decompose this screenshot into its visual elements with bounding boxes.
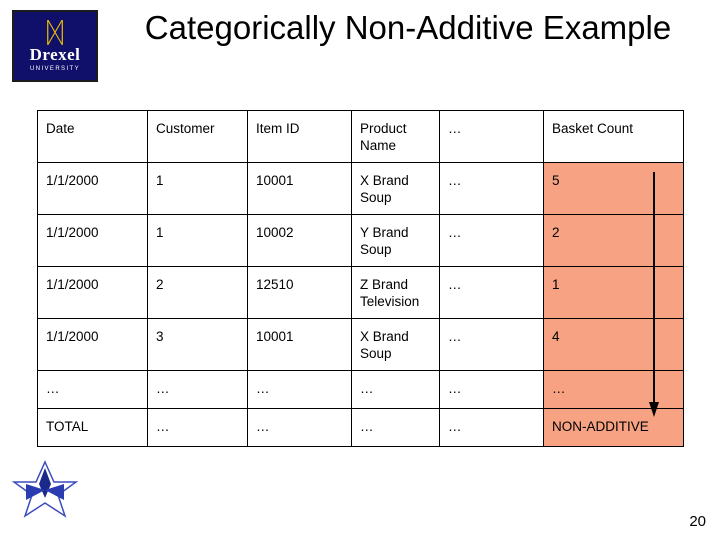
- cell-product-name: X Brand Soup: [351, 318, 440, 371]
- dragon-icon: ᛞ: [46, 16, 64, 49]
- cell-customer: …: [147, 408, 248, 447]
- cell-product-name: …: [351, 408, 440, 447]
- cell-item-id: 10001: [247, 162, 352, 215]
- cell-basket-count: 4: [543, 318, 684, 371]
- table-total-row: TOTAL … … … … NON-ADDITIVE: [37, 408, 684, 447]
- data-table-container: Date Customer Item ID Product Name … Bas…: [37, 110, 684, 447]
- cell-product-name: …: [351, 370, 440, 409]
- cell-ellipsis: …: [439, 408, 544, 447]
- column-header-ellipsis: …: [439, 110, 544, 163]
- cell-total-label: TOTAL: [37, 408, 148, 447]
- table-row: 1/1/2000 3 10001 X Brand Soup … 4: [37, 318, 684, 371]
- cell-customer: 2: [147, 266, 248, 319]
- cell-customer: 1: [147, 162, 248, 215]
- drexel-logo: ᛞ Drexel UNIVERSITY: [12, 10, 98, 82]
- cell-ellipsis: …: [439, 370, 544, 409]
- column-header-product-name: Product Name: [351, 110, 440, 163]
- page-number: 20: [689, 513, 706, 530]
- table-row: 1/1/2000 1 10002 Y Brand Soup … 2: [37, 214, 684, 267]
- cell-customer: 1: [147, 214, 248, 267]
- cell-basket-count: 5: [543, 162, 684, 215]
- cell-item-id: 10002: [247, 214, 352, 267]
- data-table: Date Customer Item ID Product Name … Bas…: [37, 110, 684, 447]
- column-header-basket-count: Basket Count: [543, 110, 684, 163]
- cell-basket-count: 2: [543, 214, 684, 267]
- cell-non-additive: NON-ADDITIVE: [543, 408, 684, 447]
- cell-product-name: Z Brand Television: [351, 266, 440, 319]
- cell-product-name: X Brand Soup: [351, 162, 440, 215]
- cell-item-id: 10001: [247, 318, 352, 371]
- cell-customer: 3: [147, 318, 248, 371]
- column-header-item-id: Item ID: [247, 110, 352, 163]
- cell-date: 1/1/2000: [37, 318, 148, 371]
- cell-ellipsis: …: [439, 318, 544, 371]
- table-row: 1/1/2000 1 10001 X Brand Soup … 5: [37, 162, 684, 215]
- cell-date: …: [37, 370, 148, 409]
- table-row: 1/1/2000 2 12510 Z Brand Television … 1: [37, 266, 684, 319]
- cell-date: 1/1/2000: [37, 266, 148, 319]
- cell-basket-count: 1: [543, 266, 684, 319]
- cell-ellipsis: …: [439, 214, 544, 267]
- cell-date: 1/1/2000: [37, 214, 148, 267]
- column-header-customer: Customer: [147, 110, 248, 163]
- logo-wordmark: Drexel: [29, 45, 81, 64]
- decorative-star-icon: [11, 460, 79, 518]
- cell-item-id: 12510: [247, 266, 352, 319]
- cell-item-id: …: [247, 408, 352, 447]
- cell-basket-count: …: [543, 370, 684, 409]
- page-title: Categorically Non-Additive Example: [144, 9, 672, 46]
- cell-date: 1/1/2000: [37, 162, 148, 215]
- logo-subtext: UNIVERSITY: [29, 66, 80, 72]
- cell-ellipsis: …: [439, 266, 544, 319]
- table-header-row: Date Customer Item ID Product Name … Bas…: [37, 110, 684, 163]
- cell-ellipsis: …: [439, 162, 544, 215]
- cell-product-name: Y Brand Soup: [351, 214, 440, 267]
- cell-item-id: …: [247, 370, 352, 409]
- table-row: … … … … … …: [37, 370, 684, 409]
- cell-customer: …: [147, 370, 248, 409]
- column-header-date: Date: [37, 110, 148, 163]
